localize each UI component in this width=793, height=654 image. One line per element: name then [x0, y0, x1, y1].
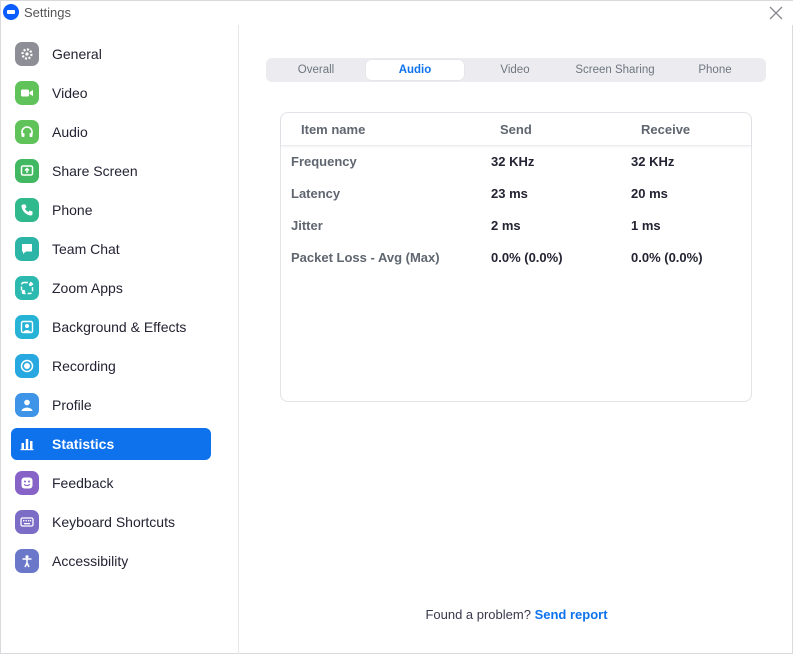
sidebar-item-team-chat[interactable]: Team Chat [11, 233, 211, 265]
tab-audio[interactable]: Audio [366, 60, 464, 80]
profile-icon [15, 393, 39, 417]
tab-overall[interactable]: Overall [268, 60, 364, 80]
receive-value: 32 KHz [631, 154, 675, 169]
sidebar-item-zoom-apps[interactable]: Zoom Apps [11, 272, 211, 304]
sidebar-item-label: Zoom Apps [52, 280, 123, 296]
send-report-link[interactable]: Send report [535, 607, 608, 622]
share-screen-icon [15, 159, 39, 183]
row-label: Frequency [291, 154, 357, 169]
statistics-panel: Overall Audio Video Screen Sharing Phone… [239, 25, 793, 654]
tab-screen-sharing[interactable]: Screen Sharing [566, 60, 664, 80]
audio-statistics-table: Item name Send Receive Frequency 32 KHz … [280, 112, 752, 402]
sidebar-item-label: Feedback [52, 475, 114, 491]
sidebar-item-label: Statistics [52, 436, 115, 452]
sidebar-item-video[interactable]: Video [11, 77, 211, 109]
footer-text: Found a problem? [425, 607, 531, 622]
row-label: Latency [291, 186, 341, 201]
sidebar-item-general[interactable]: General [11, 38, 211, 70]
send-value: 23 ms [491, 186, 528, 201]
zoom-logo-icon [3, 4, 19, 20]
sidebar-item-label: Audio [52, 124, 88, 140]
accessibility-icon [15, 549, 39, 573]
video-camera-icon [15, 81, 39, 105]
row-label: Jitter [291, 218, 323, 233]
sidebar-item-profile[interactable]: Profile [11, 389, 211, 421]
column-header-receive: Receive [641, 122, 691, 137]
sidebar-item-label: Keyboard Shortcuts [52, 514, 175, 530]
report-problem-footer: Found a problem? Send report [239, 607, 793, 622]
sidebar-item-label: Phone [52, 202, 93, 218]
sidebar-item-keyboard-shortcuts[interactable]: Keyboard Shortcuts [11, 506, 211, 538]
recording-icon [15, 354, 39, 378]
row-label: Packet Loss - Avg (Max) [291, 250, 440, 265]
column-header-send: Send [500, 122, 532, 137]
gear-icon [15, 42, 39, 66]
smiley-icon [15, 471, 39, 495]
tab-video[interactable]: Video [466, 60, 564, 80]
sidebar-item-background-effects[interactable]: Background & Effects [11, 311, 211, 343]
background-icon [15, 315, 39, 339]
sidebar-item-label: Background & Effects [52, 319, 187, 335]
tab-phone[interactable]: Phone [666, 60, 764, 80]
sidebar-item-accessibility[interactable]: Accessibility [11, 545, 211, 577]
close-icon [769, 6, 783, 20]
sidebar-item-label: Share Screen [52, 163, 138, 179]
sidebar-item-statistics[interactable]: Statistics [11, 428, 211, 460]
send-value: 2 ms [491, 218, 521, 233]
receive-value: 20 ms [631, 186, 668, 201]
chat-icon [15, 237, 39, 261]
sidebar-item-label: General [52, 46, 102, 62]
send-value: 32 KHz [491, 154, 535, 169]
phone-icon [15, 198, 39, 222]
sidebar-item-recording[interactable]: Recording [11, 350, 211, 382]
receive-value: 1 ms [631, 218, 661, 233]
sidebar-item-label: Profile [52, 397, 92, 413]
bar-chart-icon [15, 432, 39, 456]
sidebar-item-label: Recording [52, 358, 116, 374]
sidebar-item-audio[interactable]: Audio [11, 116, 211, 148]
sidebar-item-label: Team Chat [52, 241, 120, 257]
settings-window: Settings General Video Audio Share Scree… [0, 0, 793, 654]
column-header-item-name: Item name [301, 122, 366, 137]
headphones-icon [15, 120, 39, 144]
sidebar-item-label: Video [52, 85, 88, 101]
statistics-tabs: Overall Audio Video Screen Sharing Phone [266, 58, 766, 82]
close-button[interactable] [766, 3, 786, 23]
sidebar-item-label: Accessibility [52, 553, 129, 569]
send-value: 0.0% (0.0%) [491, 250, 563, 265]
sidebar-item-phone[interactable]: Phone [11, 194, 211, 226]
sidebar-item-share-screen[interactable]: Share Screen [11, 155, 211, 187]
apps-icon [15, 276, 39, 300]
keyboard-icon [15, 510, 39, 534]
sidebar-item-feedback[interactable]: Feedback [11, 467, 211, 499]
table-header: Item name Send Receive [281, 113, 751, 146]
settings-sidebar: General Video Audio Share Screen Phone T… [1, 25, 239, 654]
window-title: Settings [24, 5, 71, 20]
receive-value: 0.0% (0.0%) [631, 250, 703, 265]
title-bar: Settings [1, 1, 793, 25]
